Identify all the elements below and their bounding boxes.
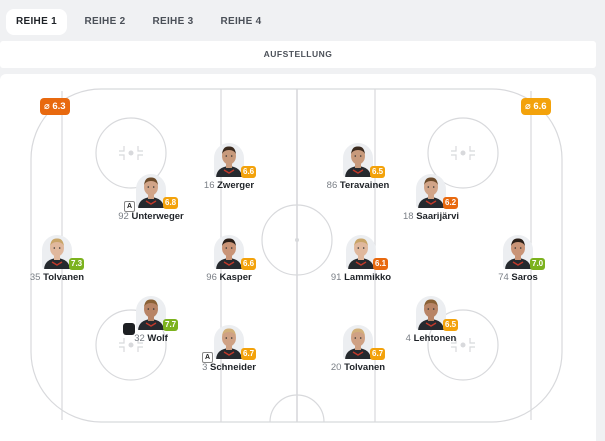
player-name-line: 96 Kasper <box>174 272 284 283</box>
player-photo <box>346 235 376 269</box>
player-rating-badge: 6.6 <box>241 258 257 270</box>
tab-reihe-2[interactable]: REIHE 2 <box>75 9 135 35</box>
player-rating-badge: 6.5 <box>443 319 459 331</box>
player-number: 96 <box>206 272 217 283</box>
player-rating-badge: 6.8 <box>163 197 179 209</box>
player-photo <box>343 143 373 177</box>
line-tabs: REIHE 1 REIHE 2 REIHE 3 REIHE 4 <box>0 0 605 38</box>
player-number: 91 <box>330 272 342 283</box>
player-rating-badge: 7.0 <box>530 258 546 270</box>
player-name: Wolf <box>147 333 168 344</box>
player-rating-badge: 6.6 <box>241 166 257 178</box>
tab-reihe-1[interactable]: REIHE 1 <box>6 9 67 35</box>
player-rating-badge: 6.1 <box>373 258 389 270</box>
player-name-line: 91 Lammikko <box>306 272 416 283</box>
player-photo <box>343 325 373 359</box>
player-name-line: 35 Tolvanen <box>2 272 112 283</box>
player-photo <box>136 174 166 208</box>
player-number: 32 <box>134 333 145 344</box>
team-rating-left-value: 6.3 <box>52 101 66 112</box>
player-name-line: 92 Unterweger <box>96 211 206 222</box>
player-photo <box>416 296 446 330</box>
player-number: 92 <box>118 211 129 222</box>
player-photo <box>214 325 244 359</box>
player-rating-badge: 7.3 <box>69 258 85 270</box>
player-rating-badge: 6.2 <box>443 197 459 209</box>
player-name: Zwerger <box>217 180 255 191</box>
player-name: Tolvanen <box>344 362 386 373</box>
player-name-line: 74 Saros <box>463 272 573 283</box>
player-name: Lehtonen <box>413 333 457 344</box>
player-number: 86 <box>326 180 338 191</box>
player-name: Lammikko <box>344 272 392 283</box>
player-name: Schneider <box>210 362 256 373</box>
player-card[interactable]: 6.2 18 Saarijärvi <box>376 174 486 222</box>
player-photo <box>214 235 244 269</box>
team-rating-left: ⌀ 6.3 <box>40 98 70 115</box>
player-number: 74 <box>498 272 509 283</box>
player-rating-badge: 6.7 <box>241 348 257 360</box>
player-card[interactable]: 6.6 96 Kasper <box>174 235 284 283</box>
player-number: 18 <box>402 211 414 222</box>
player-number: 3 <box>202 362 208 373</box>
player-name: Unterweger <box>131 211 184 222</box>
player-photo <box>214 143 244 177</box>
player-rating-badge: 6.7 <box>370 348 386 360</box>
player-name: Kasper <box>219 272 252 283</box>
tab-reihe-4[interactable]: REIHE 4 <box>211 9 271 35</box>
player-name: Saros <box>511 272 538 283</box>
player-card[interactable]: 6.8 A 92 Unterweger <box>96 174 206 222</box>
player-name-line: 3 Schneider <box>174 362 284 373</box>
player-card[interactable]: 6.1 91 Lammikko <box>306 235 416 283</box>
player-photo <box>42 235 72 269</box>
player-name-line: 18 Saarijärvi <box>376 211 486 222</box>
player-card[interactable]: 7.3 35 Tolvanen <box>2 235 112 283</box>
player-photo <box>416 174 446 208</box>
player-photo <box>136 296 166 330</box>
player-card[interactable]: 6.7 A 3 Schneider <box>174 325 284 373</box>
player-number: 35 <box>29 272 41 283</box>
player-card[interactable]: 6.7 20 Tolvanen <box>303 325 413 373</box>
avg-icon: ⌀ <box>44 101 50 112</box>
lineup-title: AUFSTELLUNG <box>263 49 333 59</box>
avg-icon: ⌀ <box>525 101 531 112</box>
tab-reihe-3[interactable]: REIHE 3 <box>143 9 203 35</box>
team-rating-right-value: 6.6 <box>533 101 547 112</box>
player-card[interactable]: 7.0 74 Saros <box>463 235 573 283</box>
player-name: Tolvanen <box>43 272 85 283</box>
player-photo <box>503 235 533 269</box>
team-rating-right: ⌀ 6.6 <box>521 98 551 115</box>
player-number: 20 <box>330 362 342 373</box>
player-name: Saarijärvi <box>416 211 459 222</box>
lineup-header: AUFSTELLUNG <box>0 41 596 68</box>
player-name-line: 20 Tolvanen <box>303 362 413 373</box>
